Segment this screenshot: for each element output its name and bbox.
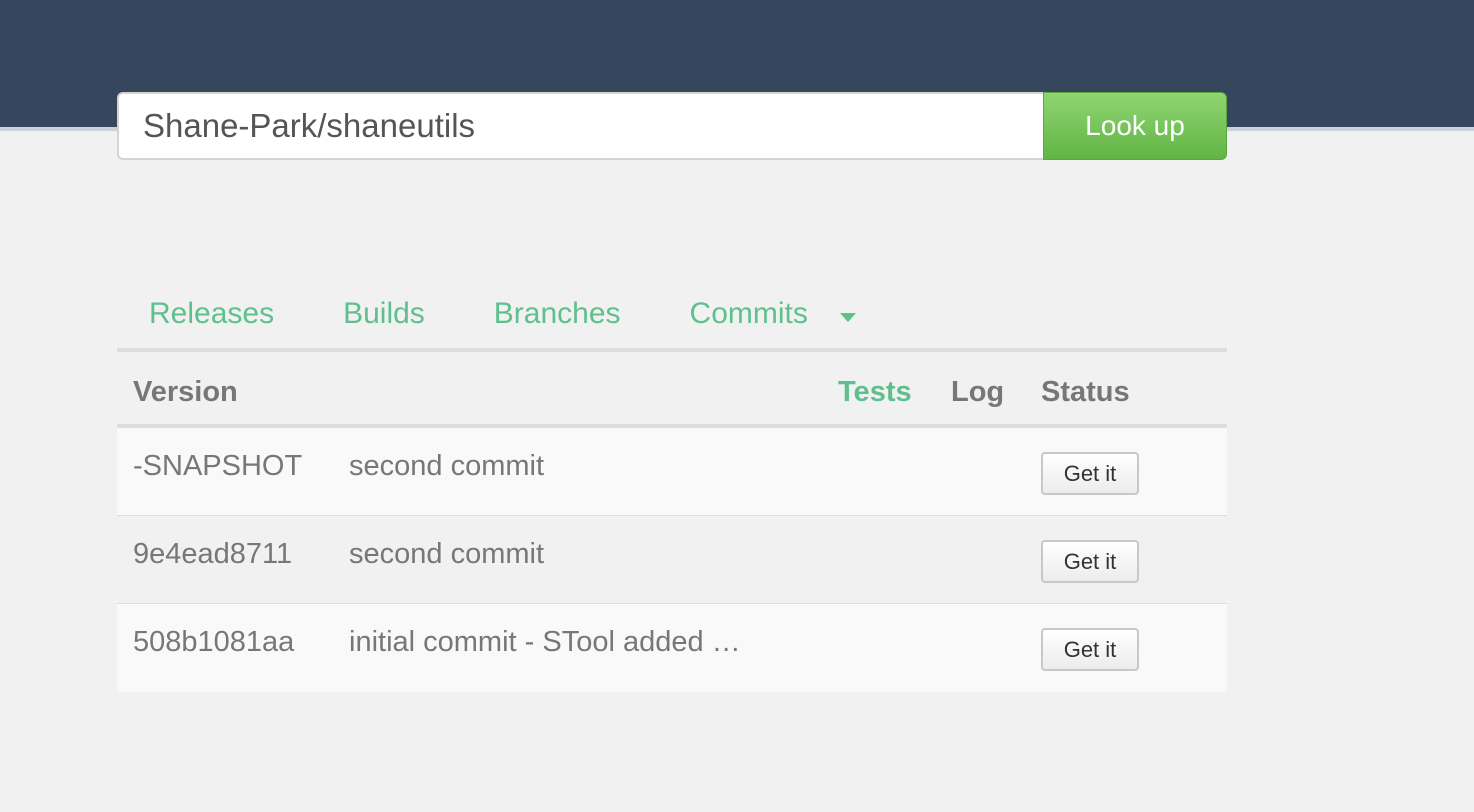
version-cell: 508b1081aa [133, 626, 295, 658]
tab-branches[interactable]: Branches [494, 297, 621, 331]
tab-builds[interactable]: Builds [343, 297, 425, 331]
look-up-button[interactable]: Look up [1043, 92, 1227, 160]
tab-bar: Releases Builds Branches Commits [117, 280, 1227, 348]
version-cell: -SNAPSHOT [133, 450, 303, 482]
tab-commits[interactable]: Commits [690, 297, 808, 331]
version-cell: 9e4ead8711 [133, 538, 293, 570]
caret-down-icon[interactable] [839, 312, 856, 322]
repo-search-input[interactable] [117, 92, 1043, 160]
get-it-button[interactable]: Get it [1041, 452, 1139, 495]
table-body: -SNAPSHOT second commit Get it 9e4ead871… [117, 428, 1227, 692]
commit-message-cell: second commit [349, 450, 545, 482]
tab-releases[interactable]: Releases [149, 297, 274, 331]
table-header: Version Tests Log Status [117, 348, 1227, 428]
table-row: 9e4ead8711 second commit Get it [117, 516, 1227, 604]
table-row: 508b1081aa initial commit - STool added … [117, 604, 1227, 692]
get-it-button[interactable]: Get it [1041, 540, 1139, 583]
column-header-log: Log [951, 376, 1005, 408]
get-it-button[interactable]: Get it [1041, 628, 1139, 671]
column-header-tests[interactable]: Tests [838, 352, 912, 428]
column-header-status: Status [1041, 376, 1130, 408]
commits-table: Version Tests Log Status -SNAPSHOT secon… [117, 348, 1227, 692]
commit-message-cell: initial commit - STool added … [349, 626, 741, 658]
column-header-version: Version [133, 376, 238, 408]
repo-search-form: Look up [117, 92, 1227, 160]
commit-message-cell: second commit [349, 538, 545, 570]
table-row: -SNAPSHOT second commit Get it [117, 428, 1227, 516]
